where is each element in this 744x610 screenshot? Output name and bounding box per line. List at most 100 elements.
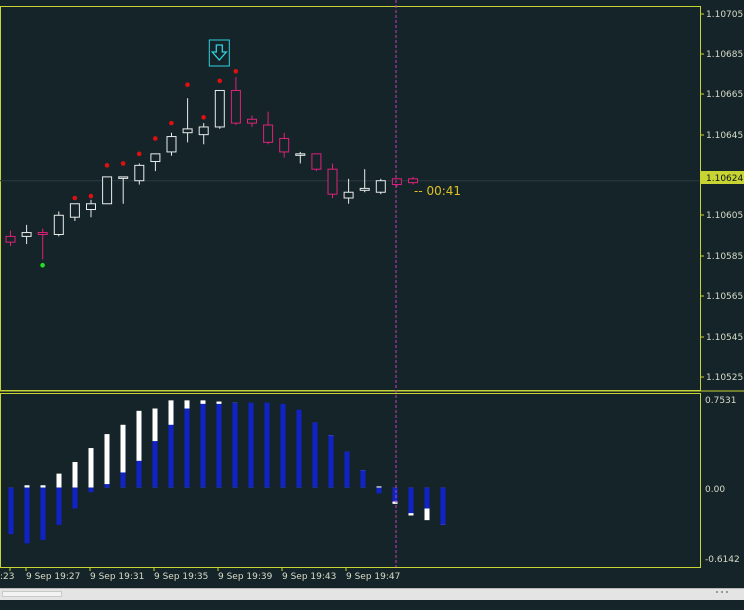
histogram-bar-blue [200, 403, 206, 488]
histogram-bar-blue [136, 460, 142, 488]
sell-dot [104, 163, 110, 168]
price-label-current: 1.10624 [706, 174, 743, 184]
candle [69, 203, 80, 222]
sell-dot [217, 78, 222, 84]
histogram-bar-blue [8, 487, 14, 535]
candle-body [263, 124, 274, 143]
sell-dot [120, 161, 126, 166]
time-label: 9 Sep 19:27 [26, 572, 80, 582]
price-label: 1.10525 [706, 373, 743, 383]
histogram-bar-blue [344, 451, 350, 488]
sell-signal [208, 39, 230, 67]
histogram-bar-white [24, 485, 30, 488]
price-label: 1.10545 [706, 333, 743, 343]
candle [327, 163, 338, 198]
candle-body [279, 137, 290, 153]
histogram-bar-blue [360, 470, 366, 488]
candle [375, 178, 386, 195]
histogram-bar-blue [120, 472, 126, 488]
histogram-bar-blue [184, 408, 190, 488]
histogram-bar-blue [104, 484, 110, 488]
candle [214, 89, 225, 129]
histogram-bar-white [88, 448, 94, 488]
candle [21, 224, 32, 245]
chart-canvas[interactable]: 1.10705 1.10685 1.10665 1.10645 1.10624 1.106… [0, 0, 744, 588]
price-label: 1.10565 [706, 292, 743, 302]
candle [343, 178, 354, 204]
candle [279, 132, 290, 158]
histogram-bar-blue [152, 441, 158, 488]
candle-body [408, 178, 418, 184]
resize-grip-icon[interactable] [716, 591, 740, 597]
candle-body [102, 176, 113, 205]
candle [37, 228, 48, 260]
scrollbar-thumb[interactable] [2, 591, 62, 597]
candle-body [134, 164, 145, 182]
indicator-axis[interactable]: 0.7531 0.00 -0.6142 [705, 396, 740, 565]
price-label: 1.10665 [706, 90, 743, 100]
histogram-bar-blue [88, 487, 94, 493]
candle-body [150, 153, 161, 163]
candle [198, 123, 209, 145]
price-label: 1.10585 [706, 252, 743, 262]
candlestick-series [5, 77, 418, 260]
candle-body [118, 176, 129, 179]
price-label: 1.10705 [706, 10, 743, 20]
sell-dot [153, 136, 158, 141]
time-label: 9 Sep 19:47 [346, 572, 400, 582]
horizontal-scrollbar[interactable] [0, 588, 744, 600]
candle-body [53, 214, 64, 235]
histogram-bar-white [376, 486, 382, 488]
candle [86, 199, 96, 218]
candle [182, 98, 193, 143]
sell-dot [169, 120, 174, 126]
price-label: 1.10645 [706, 131, 743, 141]
candle [166, 132, 177, 156]
histogram-bar-blue [216, 403, 222, 488]
chart-frame [0, 6, 744, 568]
countdown-text: -- 00:41 [414, 184, 461, 198]
histogram-bar-blue [56, 487, 62, 525]
sell-dot [88, 193, 94, 199]
time-axis[interactable]: :23 9 Sep 19:27 9 Sep 19:31 9 Sep 19:35 9 Se… [0, 567, 400, 582]
candle [247, 115, 257, 127]
oscillator-histogram [8, 400, 446, 544]
histogram-bar-blue [392, 487, 398, 502]
trading-chart-window: 1.10705 1.10685 1.10665 1.10645 1.10624 1.106… [0, 0, 744, 600]
candle [295, 151, 306, 164]
candle [230, 77, 241, 126]
histogram-bar-blue [440, 487, 446, 525]
histogram-bar-white [72, 461, 78, 488]
price-label: 1.10685 [706, 50, 743, 60]
sell-dot [185, 82, 190, 88]
candle-body [166, 136, 177, 153]
indicator-label: 0.00 [705, 485, 725, 495]
signal-box [208, 39, 230, 67]
buy-dot [40, 262, 45, 268]
time-label: :23 [0, 572, 14, 582]
candle-body [69, 203, 80, 218]
histogram-bar-blue [408, 487, 414, 514]
candle [311, 153, 322, 172]
candle [263, 111, 274, 145]
sell-dot [72, 195, 78, 201]
price-axis[interactable]: 1.10705 1.10685 1.10665 1.10645 1.10624 1.106… [700, 10, 744, 383]
candle-body [391, 178, 402, 186]
candle-body [295, 153, 306, 156]
candle-body [311, 153, 322, 170]
candle-body [375, 180, 386, 193]
histogram-bar-white [104, 434, 110, 488]
candle-body [343, 191, 354, 199]
sell-dot [233, 68, 239, 74]
histogram-bar-blue [168, 424, 174, 488]
histogram-bar-blue [328, 435, 334, 488]
histogram-bar-blue [40, 487, 46, 540]
candle-body [182, 128, 193, 134]
candle-body [359, 187, 370, 191]
candle [5, 230, 16, 246]
candle-body [86, 203, 96, 211]
indicator-label: -0.6142 [705, 555, 740, 565]
histogram-bar-blue [376, 487, 382, 494]
candle [53, 211, 64, 237]
time-label: 9 Sep 19:39 [218, 572, 273, 582]
